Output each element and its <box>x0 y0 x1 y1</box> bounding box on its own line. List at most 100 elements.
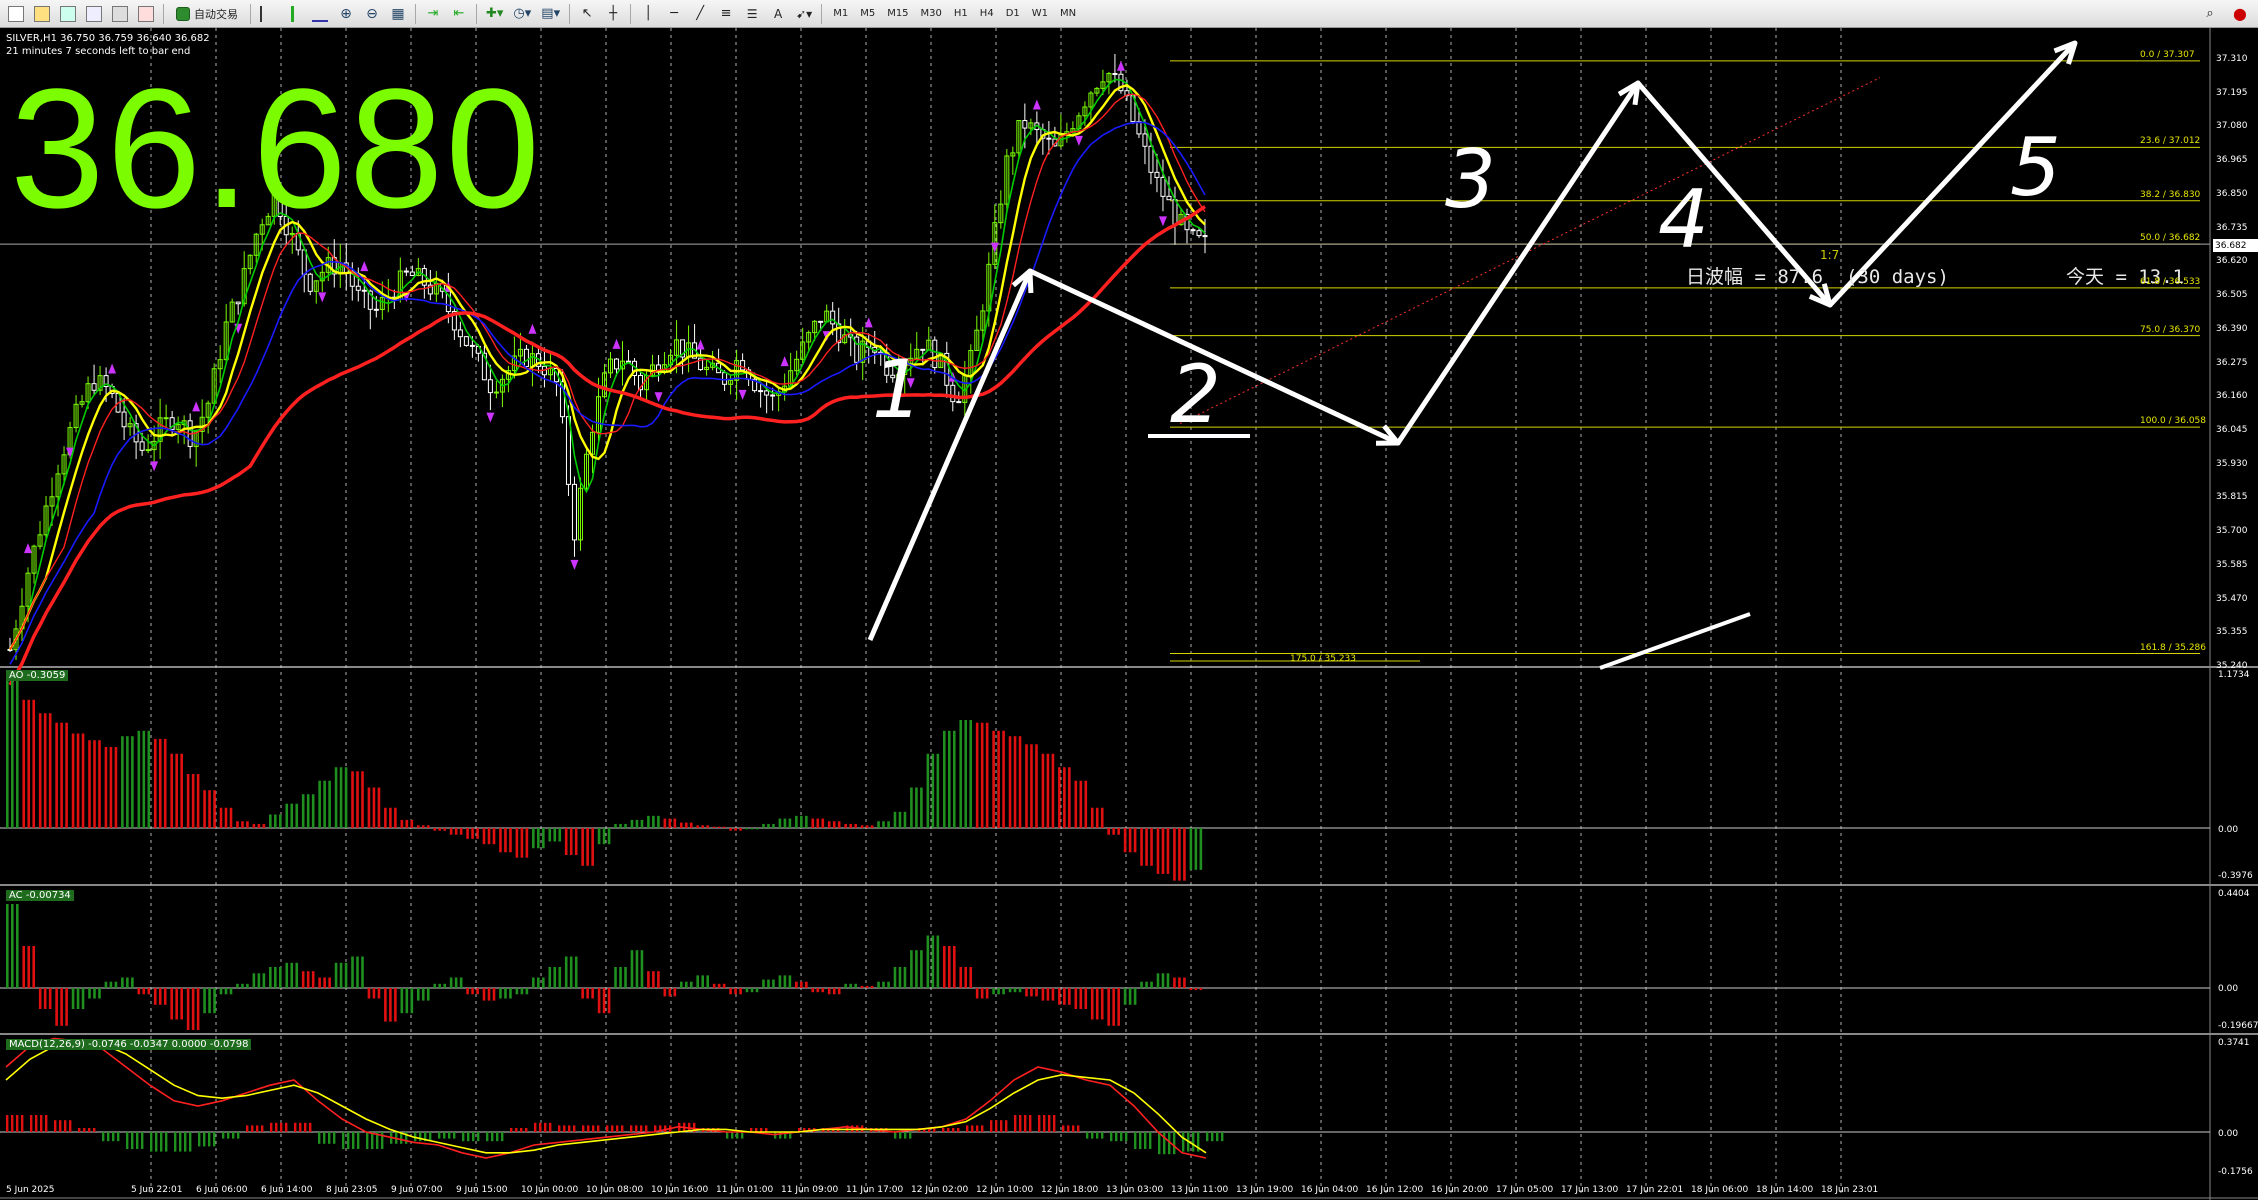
macd-histogram-bar <box>640 1125 643 1132</box>
macd-histogram-bar <box>606 1125 609 1132</box>
ao-histogram-bar <box>1002 730 1005 828</box>
ao-histogram-bar <box>915 787 918 828</box>
timeframe-h1[interactable]: H1 <box>948 3 974 25</box>
ao-histogram-bar <box>1166 828 1170 874</box>
indicators-icon[interactable]: ✚▾ <box>482 3 507 25</box>
candle-body <box>818 320 824 323</box>
macd-histogram-bar <box>83 1128 86 1132</box>
terminal-icon[interactable] <box>108 3 132 25</box>
text-icon[interactable]: A <box>766 3 790 25</box>
ao-histogram-bar <box>985 722 989 828</box>
arrows-icon[interactable]: ➹▾ <box>792 3 816 25</box>
trendline-icon[interactable]: ╱ <box>688 3 712 25</box>
ac-histogram-bar <box>663 988 667 997</box>
fib-level-label: 0.0 / 37.307 <box>2140 49 2195 60</box>
zoom-in-icon[interactable]: ⊕ <box>334 3 358 25</box>
macd-histogram-bar <box>294 1122 297 1132</box>
ao-histogram-bar <box>844 823 847 828</box>
ac-histogram-bar <box>459 977 463 988</box>
candles-icon[interactable] <box>282 3 306 25</box>
ao-histogram-bar <box>762 823 765 828</box>
fib-level-label: 161.8 / 35.286 <box>2140 642 2207 653</box>
ac-histogram-bar <box>257 973 261 988</box>
ao-histogram-bar <box>1025 744 1028 828</box>
auto-trading-button[interactable]: 自动交易 <box>169 3 245 25</box>
channel-icon[interactable]: ≡ <box>714 3 738 25</box>
ac-histogram-bar <box>635 950 639 988</box>
ac-histogram-bar <box>795 981 798 988</box>
ac-histogram-bar <box>60 988 63 1026</box>
crosshair-icon[interactable]: ┼ <box>601 3 625 25</box>
candle-body <box>469 344 475 347</box>
tile-icon[interactable]: ▦ <box>386 3 410 25</box>
timeframe-group: M1 M5 M15 M30 H1 H4 D1 W1 MN <box>827 3 1082 25</box>
bar-chart-icon[interactable] <box>256 3 280 25</box>
macd-histogram-bar <box>40 1115 43 1132</box>
ao-histogram-bar <box>367 787 371 828</box>
macd-axis-max: 0.3741 <box>2218 1038 2250 1048</box>
macd-histogram-bar <box>592 1125 595 1132</box>
timeframe-w1[interactable]: W1 <box>1026 3 1054 25</box>
profiles-icon[interactable] <box>30 3 54 25</box>
ac-histogram-bar <box>1150 981 1153 988</box>
time-tick-label: 5 Jun 2025 <box>6 1185 55 1195</box>
auto-trading-label: 自动交易 <box>194 7 238 21</box>
macd-histogram-bar <box>21 1115 24 1132</box>
search-icon[interactable]: ⌕ <box>2198 3 2222 25</box>
macd-histogram-bar <box>1120 1132 1123 1142</box>
ac-histogram-bar <box>114 981 118 988</box>
ac-histogram-bar <box>466 988 469 995</box>
macd-histogram-bar <box>256 1125 259 1132</box>
horizontal-line-icon[interactable]: ─ <box>662 3 686 25</box>
market-watch-icon[interactable] <box>56 3 80 25</box>
ac-label: AC -0.00734 <box>6 890 74 901</box>
timeframe-m30[interactable]: M30 <box>915 3 948 25</box>
ac-histogram-bar <box>279 967 282 988</box>
vertical-line-icon[interactable]: │ <box>636 3 660 25</box>
ao-axis-zero: 0.00 <box>2218 825 2239 835</box>
macd-histogram-bar <box>563 1125 566 1132</box>
candle-body <box>1196 230 1202 237</box>
candle-body <box>91 383 97 391</box>
ac-histogram-bar <box>975 988 979 999</box>
ao-histogram-bar <box>931 753 935 828</box>
timeframe-m15[interactable]: M15 <box>881 3 914 25</box>
autoscroll-icon[interactable]: ⇥ <box>421 3 445 25</box>
ao-histogram-bar <box>1100 807 1104 828</box>
ao-histogram-bar <box>635 819 639 828</box>
candle-body <box>614 358 620 370</box>
macd-histogram-bar <box>587 1125 590 1132</box>
templates-icon[interactable]: ▤▾ <box>537 3 564 25</box>
line-chart-icon[interactable] <box>308 3 332 25</box>
new-chart-icon[interactable] <box>4 3 28 25</box>
ac-histogram-bar <box>827 988 831 995</box>
ac-histogram-bar <box>1002 988 1005 995</box>
ac-histogram-bar <box>6 904 9 988</box>
chart-shift-icon[interactable]: ⇤ <box>447 3 471 25</box>
macd-histogram-bar <box>203 1132 206 1147</box>
ac-histogram-bar <box>1199 988 1203 991</box>
navigator-icon[interactable] <box>82 3 106 25</box>
time-tick-label: 9 Jun 07:00 <box>391 1185 443 1195</box>
timeframe-mn[interactable]: MN <box>1054 3 1082 25</box>
ac-histogram-bar <box>964 967 968 988</box>
fibonacci-icon[interactable]: ☰ <box>740 3 764 25</box>
ac-histogram-bar <box>679 981 683 988</box>
ao-histogram-bar <box>767 823 770 828</box>
timeframe-h4[interactable]: H4 <box>974 3 1000 25</box>
ao-histogram-bar <box>920 787 923 828</box>
zoom-out-icon[interactable]: ⊖ <box>360 3 384 25</box>
strategy-tester-icon[interactable] <box>134 3 158 25</box>
ao-histogram-bar <box>344 767 348 828</box>
alert-icon[interactable]: ⬤ <box>2228 3 2252 25</box>
ac-histogram-bar <box>926 935 930 988</box>
ao-histogram-bar <box>137 730 141 828</box>
candle-body <box>493 391 499 394</box>
cursor-icon[interactable]: ↖ <box>575 3 599 25</box>
timeframe-d1[interactable]: D1 <box>1000 3 1026 25</box>
ac-histogram-bar <box>706 975 710 988</box>
timeframe-m1[interactable]: M1 <box>827 3 854 25</box>
ac-histogram-bar <box>542 977 545 988</box>
periods-icon[interactable]: ◷▾ <box>509 3 535 25</box>
timeframe-m5[interactable]: M5 <box>854 3 881 25</box>
